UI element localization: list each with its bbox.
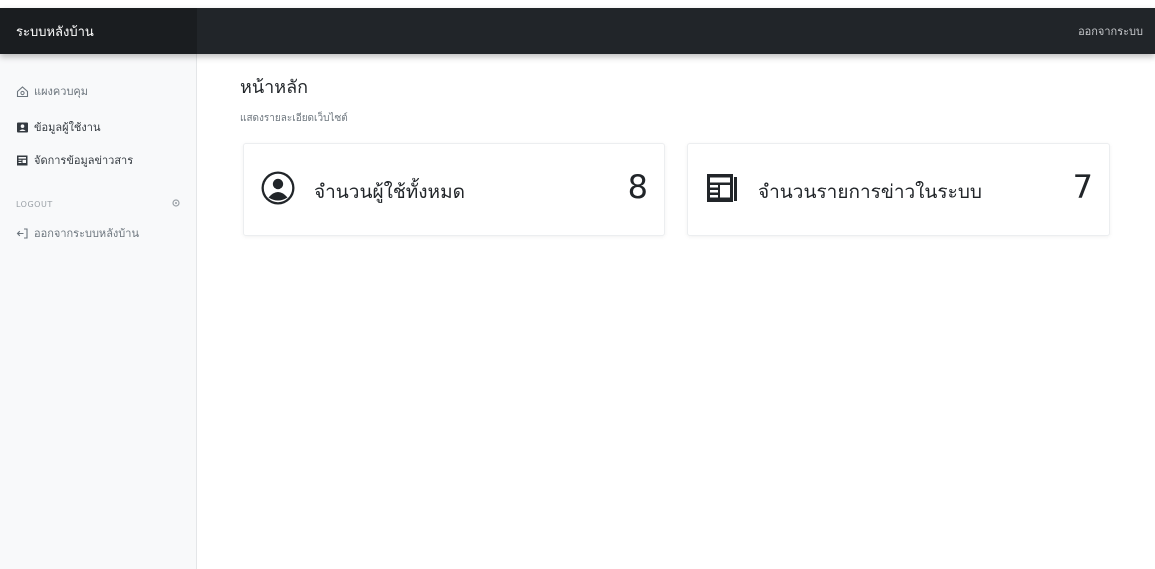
newspaper-icon xyxy=(704,170,740,206)
stat-card-value: 8 xyxy=(627,168,648,206)
sidebar-item-users[interactable]: ข้อมูลผู้ใช้งาน xyxy=(16,118,100,136)
page-subtitle: แสดงรายละเอียดเว็บไซต์ xyxy=(240,113,348,124)
dashboard-icon xyxy=(16,85,29,98)
logout-icon xyxy=(16,227,29,240)
stat-card-users[interactable]: จำนวนผู้ใช้ทั้งหมด 8 xyxy=(243,143,665,236)
settings-icon[interactable] xyxy=(169,196,183,210)
signout-link[interactable]: ออกจากระบบ xyxy=(1078,8,1143,54)
sidebar-section-heading: LOGOUT xyxy=(16,200,53,209)
sidebar-item-logout[interactable]: ออกจากระบบหลังบ้าน xyxy=(16,224,139,242)
stat-card-label: จำนวนรายการข่าวในระบบ xyxy=(758,181,982,203)
stat-card-news[interactable]: จำนวนรายการข่าวในระบบ 7 xyxy=(687,143,1110,236)
sidebar: แผงควบคุม ข้อมูลผู้ใช้งาน จัดการข้อมูลข่… xyxy=(0,54,197,569)
sidebar-item-dashboard[interactable]: แผงควบคุม xyxy=(16,82,88,100)
newspaper-icon xyxy=(16,154,29,167)
page-title: หน้าหลัก xyxy=(240,77,309,98)
sidebar-item-label: แผงควบคุม xyxy=(34,85,89,98)
stat-card-value: 7 xyxy=(1072,168,1093,206)
sidebar-item-news[interactable]: จัดการข้อมูลข่าวสาร xyxy=(16,151,133,169)
stat-card-label: จำนวนผู้ใช้ทั้งหมด xyxy=(314,181,465,203)
user-card-icon xyxy=(16,121,29,134)
user-circle-icon xyxy=(260,170,296,206)
sidebar-item-label: จัดการข้อมูลข่าวสาร xyxy=(34,154,134,167)
top-navbar: ระบบหลังบ้าน ออกจากระบบ xyxy=(0,8,1155,54)
brand-title[interactable]: ระบบหลังบ้าน xyxy=(0,8,197,54)
sidebar-item-label: ข้อมูลผู้ใช้งาน xyxy=(34,121,101,134)
sidebar-item-label: ออกจากระบบหลังบ้าน xyxy=(34,227,139,240)
main-content: หน้าหลัก แสดงรายละเอียดเว็บไซต์ จำนวนผู้… xyxy=(197,54,1155,569)
